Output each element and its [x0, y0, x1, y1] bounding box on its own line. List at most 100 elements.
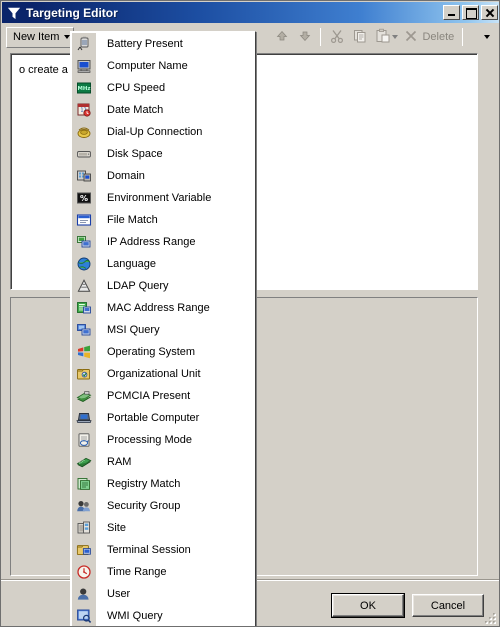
menu-item-label: Security Group [107, 500, 181, 512]
maximize-button[interactable] [462, 5, 479, 20]
menu-item[interactable]: Portable Computer [71, 407, 255, 429]
paste-chevron-down-icon[interactable] [391, 35, 398, 39]
menu-item[interactable]: Operating System [71, 341, 255, 363]
new-item-label: New Item [13, 31, 60, 43]
menu-item-label: Processing Mode [107, 434, 192, 446]
menu-item[interactable]: WMI Query [71, 605, 255, 626]
menu-item-label: MSI Query [107, 324, 160, 336]
menu-item-label: MAC Address Range [107, 302, 210, 314]
language-globe-icon [73, 255, 95, 273]
menu-item[interactable]: User [71, 583, 255, 605]
wmi-query-icon [73, 607, 95, 625]
menu-item-label: Operating System [107, 346, 196, 358]
menu-item[interactable]: Language [71, 253, 255, 275]
scissors-icon [329, 28, 345, 47]
menu-item[interactable]: Registry Match [71, 473, 255, 495]
arrow-down-icon [297, 28, 313, 47]
chevron-down-icon [484, 35, 490, 39]
menu-item[interactable]: MSI Query [71, 319, 255, 341]
paste-icon [375, 28, 391, 47]
file-match-icon [73, 211, 95, 229]
new-item-dropdown-menu[interactable]: Battery Present Computer Name MHz CPU Speed… [70, 31, 256, 626]
menu-item[interactable]: Computer Name [71, 55, 255, 77]
menu-item[interactable]: Processing Mode [71, 429, 255, 451]
new-item-button[interactable]: New Item [6, 26, 75, 48]
menu-item[interactable]: Battery Present [71, 33, 255, 55]
menu-item-label: Language [107, 258, 156, 270]
operating-system-icon [73, 343, 95, 361]
copy-button[interactable] [348, 26, 371, 48]
ip-address-range-icon [73, 233, 95, 251]
menu-item[interactable]: IP Address Range [71, 231, 255, 253]
close-button[interactable] [481, 5, 498, 20]
date-match-icon: 12 [73, 101, 95, 119]
environment-variable-icon: % [73, 189, 95, 207]
menu-item-label: Terminal Session [107, 544, 191, 556]
move-up-button[interactable] [270, 26, 293, 48]
move-down-button[interactable] [293, 26, 316, 48]
menu-item-label: Computer Name [107, 60, 188, 72]
toolbar-separator-2 [462, 28, 464, 46]
menu-item[interactable]: PCMCIA Present [71, 385, 255, 407]
menu-item[interactable]: Dial-Up Connection [71, 121, 255, 143]
menu-item-label: CPU Speed [107, 82, 166, 94]
menu-item-label: Battery Present [107, 38, 183, 50]
menu-item-label: RAM [107, 456, 132, 468]
computer-icon [73, 57, 95, 75]
menu-item-label: Portable Computer [107, 412, 200, 424]
registry-match-icon [73, 475, 95, 493]
minimize-button[interactable] [443, 5, 460, 20]
menu-item[interactable]: Site [71, 517, 255, 539]
menu-item[interactable]: RAM [71, 451, 255, 473]
menu-item-label: WMI Query [107, 610, 163, 622]
security-group-icon [73, 497, 95, 515]
menu-item[interactable]: MHz CPU Speed [71, 77, 255, 99]
cancel-button[interactable]: Cancel [412, 594, 484, 617]
menu-item[interactable]: % Environment Variable [71, 187, 255, 209]
copy-icon [352, 28, 368, 47]
site-icon [73, 519, 95, 537]
paste-button[interactable] [371, 26, 401, 48]
disk-space-icon [73, 145, 95, 163]
svg-text:MHz: MHz [77, 86, 90, 92]
menu-item[interactable]: Organizational Unit [71, 363, 255, 385]
delete-button[interactable]: Delete [401, 26, 458, 48]
window-title: Targeting Editor [26, 5, 118, 20]
menu-item[interactable]: Time Range [71, 561, 255, 583]
ok-button[interactable]: OK [331, 593, 405, 618]
cpu-speed-icon: MHz [73, 79, 95, 97]
toolbar-overflow-button[interactable] [484, 35, 490, 39]
menu-item-label: File Match [107, 214, 158, 226]
menu-item-label: Site [107, 522, 126, 534]
time-range-icon [73, 563, 95, 581]
menu-item[interactable]: LDAP Query [71, 275, 255, 297]
menu-item[interactable]: Domain [71, 165, 255, 187]
menu-item[interactable]: Disk Space [71, 143, 255, 165]
delete-label: Delete [422, 31, 455, 43]
menu-item-label: Organizational Unit [107, 368, 201, 380]
cut-button[interactable] [325, 26, 348, 48]
menu-item-label: Environment Variable [107, 192, 212, 204]
battery-icon [73, 35, 95, 53]
terminal-session-icon [73, 541, 95, 559]
menu-item[interactable]: MAC Address Range [71, 297, 255, 319]
resize-grip[interactable] [484, 612, 498, 626]
svg-text:%: % [80, 194, 88, 203]
menu-item-label: PCMCIA Present [107, 390, 191, 402]
delete-x-icon [403, 28, 419, 47]
portable-computer-icon [73, 409, 95, 427]
processing-mode-icon [73, 431, 95, 449]
menu-item-label: Time Range [107, 566, 167, 578]
pcmcia-icon [73, 387, 95, 405]
menu-item[interactable]: Security Group [71, 495, 255, 517]
menu-item[interactable]: Terminal Session [71, 539, 255, 561]
menu-item[interactable]: 12 Date Match [71, 99, 255, 121]
title-bar[interactable]: Targeting Editor [2, 2, 499, 23]
msi-query-icon [73, 321, 95, 339]
mac-address-range-icon [73, 299, 95, 317]
targeting-editor-window: Targeting Editor New Item Delete o creat… [0, 0, 500, 627]
menu-item-label: IP Address Range [107, 236, 196, 248]
funnel-filter-icon [6, 5, 22, 21]
menu-item[interactable]: File Match [71, 209, 255, 231]
arrow-up-icon [274, 28, 290, 47]
